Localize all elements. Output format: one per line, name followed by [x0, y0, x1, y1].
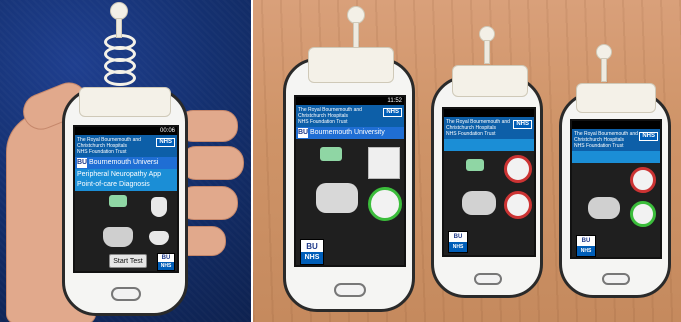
hand-tile-bottom[interactable] — [504, 191, 532, 219]
probe-stem — [484, 40, 490, 64]
coiled-cable — [104, 70, 136, 86]
hospital-header: The Royal Bournemouth and Christchurch H… — [444, 117, 534, 139]
status-bar: 00:06 — [75, 127, 177, 135]
hospital-name-line3: NHS Foundation Trust — [77, 149, 127, 155]
university-name: Bournemouth Universi — [89, 159, 159, 166]
phone-left: 00:06 The Royal Bournemouth and Christch… — [62, 87, 188, 316]
app-body: BU NHS — [444, 151, 534, 255]
hand-tile-top[interactable] — [630, 167, 656, 193]
hand-tile-top[interactable] — [504, 155, 532, 183]
hand-touch-image — [462, 191, 496, 215]
phone-screen: The Royal Bournemouth and Christchurch H… — [442, 107, 536, 257]
app-body: BU NHS — [296, 139, 404, 265]
status-bar — [444, 109, 534, 117]
hand-touch-image — [103, 227, 133, 247]
app-body: BU NHS — [572, 163, 660, 257]
probe-stem — [601, 58, 607, 82]
app-body: BU NHS Start Test — [75, 191, 177, 271]
university-bar: BU Bournemouth University — [296, 127, 404, 139]
start-test-button[interactable]: Start Test — [109, 254, 147, 268]
app-title-line2: Point-of-care Diagnosis — [77, 181, 150, 188]
vibration-probe-image — [320, 147, 342, 161]
phone-center: 11:52 The Royal Bournemouth and Christch… — [283, 47, 415, 312]
status-bar — [572, 121, 660, 129]
hand-touch-image — [316, 183, 358, 213]
bu-logo: BU — [298, 128, 309, 138]
photo-hand-held-phone: 00:06 The Royal Bournemouth and Christch… — [0, 0, 251, 322]
status-time: 11:52 — [387, 98, 402, 104]
vibration-probe-image — [466, 159, 484, 171]
nhs-badge: NHS — [383, 108, 402, 117]
bu-nhs-logo: BU NHS — [157, 253, 175, 271]
hand-up-icon — [151, 197, 167, 217]
phone-screen: 00:06 The Royal Bournemouth and Christch… — [73, 125, 179, 273]
vibration-probe-image — [109, 195, 127, 207]
app-title: Peripheral Neuropathy App Point-of-care … — [75, 169, 177, 191]
nhs-badge: NHS — [513, 120, 532, 129]
probe-stem — [116, 18, 122, 38]
university-bar — [572, 151, 660, 163]
home-button[interactable] — [334, 283, 366, 297]
probe-stem — [353, 22, 359, 50]
hand-tile-bottom[interactable] — [368, 187, 402, 221]
app-title-line1: Peripheral Neuropathy App — [77, 171, 162, 178]
hand-tile-top[interactable] — [368, 147, 400, 179]
hand-finger — [180, 146, 244, 180]
hospital-header: The Royal Bournemouth and Christchurch H… — [296, 105, 404, 127]
hospital-header: The Royal Bournemouth and Christchurch H… — [75, 135, 177, 157]
clip-adapter — [79, 87, 171, 117]
hospital-name-line3: NHS Foundation Trust — [298, 119, 348, 125]
home-button[interactable] — [602, 273, 630, 285]
home-button[interactable] — [474, 273, 502, 285]
hand-tile-bottom[interactable] — [630, 201, 656, 227]
bu-nhs-logo: BU NHS — [448, 231, 468, 253]
hand-touch-image — [588, 197, 620, 219]
phone-middle: The Royal Bournemouth and Christchurch H… — [431, 65, 543, 298]
bu-nhs-logo: BU NHS — [576, 235, 596, 257]
logo-nhs-text: NHS — [449, 242, 467, 252]
photo-three-phones: 11:52 The Royal Bournemouth and Christch… — [253, 0, 681, 322]
nhs-badge: NHS — [156, 138, 175, 147]
status-time: 00:06 — [159, 128, 175, 134]
hand-pinch-icon — [149, 231, 169, 245]
logo-nhs-text: NHS — [158, 262, 174, 270]
university-bar — [444, 139, 534, 151]
clip-adapter — [452, 65, 528, 97]
bu-logo: BU — [77, 158, 88, 168]
nhs-badge: NHS — [639, 132, 658, 141]
clip-adapter — [576, 83, 656, 113]
phone-screen: 11:52 The Royal Bournemouth and Christch… — [294, 95, 406, 267]
phone-right: The Royal Bournemouth and Christchurch H… — [559, 83, 671, 298]
hospital-header: The Royal Bournemouth and Christchurch H… — [572, 129, 660, 151]
hospital-name-line3: NHS Foundation Trust — [574, 143, 624, 149]
logo-nhs-text: NHS — [577, 246, 595, 256]
university-name: Bournemouth University — [310, 129, 385, 136]
university-bar: BU Bournemouth Universi — [75, 157, 177, 169]
clip-adapter — [308, 47, 394, 83]
home-button[interactable] — [111, 287, 141, 301]
phone-screen: The Royal Bournemouth and Christchurch H… — [570, 119, 662, 259]
status-bar: 11:52 — [296, 97, 404, 105]
bu-nhs-logo: BU NHS — [300, 239, 324, 265]
hospital-name-line3: NHS Foundation Trust — [446, 131, 496, 137]
logo-nhs-text: NHS — [301, 252, 323, 264]
